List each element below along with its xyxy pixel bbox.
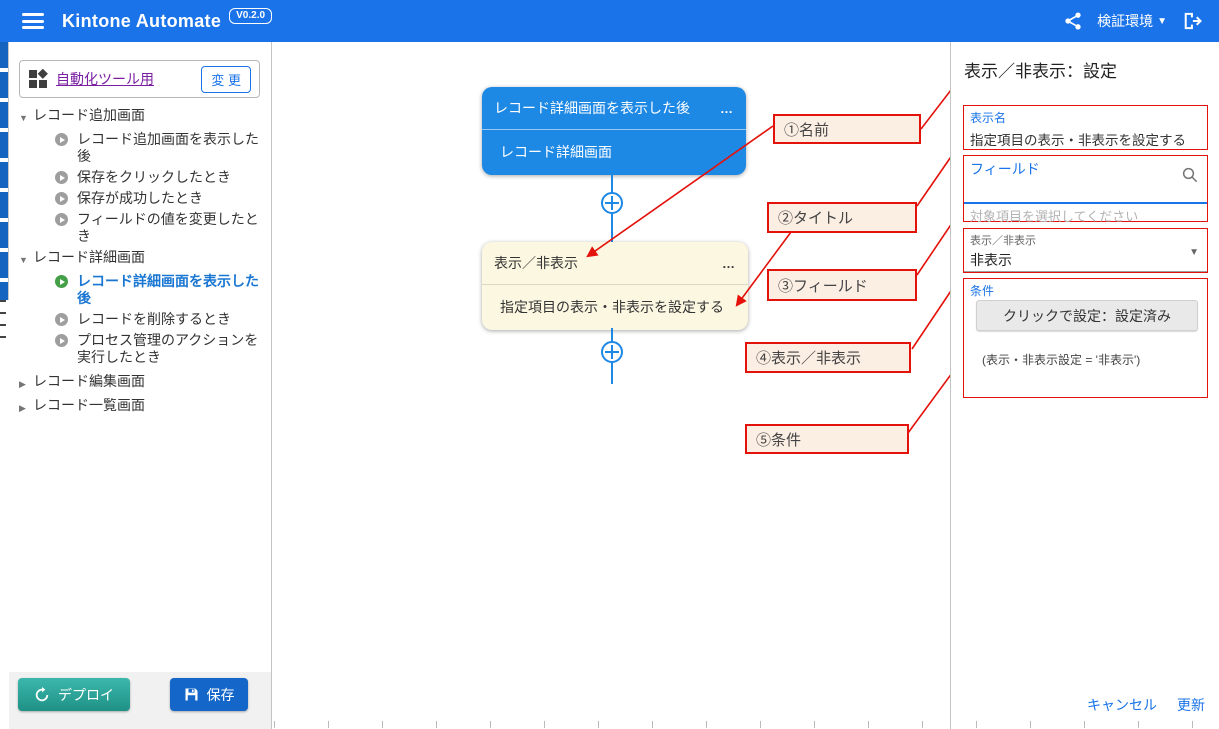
app-header: Kintone Automate V0.2.0 検証環境 ▼	[0, 0, 1219, 42]
chevron-expanded-icon: ▼	[19, 111, 33, 126]
left-tick-marks	[0, 300, 6, 348]
event-tree: ▼ レコード追加画面 レコード追加画面を表示した後 保存をクリックしたとき 保存…	[9, 105, 272, 419]
sidebar: 自動化ツール用 変 更 ▼ レコード追加画面 レコード追加画面を表示した後 保存…	[9, 42, 272, 729]
hamburger-menu-icon[interactable]	[22, 13, 44, 29]
panel-title: 表示／非表示：設定	[964, 57, 1117, 82]
change-app-button[interactable]: 変 更	[201, 66, 251, 93]
event-play-icon-active	[55, 275, 68, 288]
annotation-name: ①名前	[773, 114, 921, 144]
tree-item-selected[interactable]: レコード詳細画面を表示した後	[9, 271, 272, 309]
environment-label: 検証環境	[1097, 11, 1153, 31]
update-link[interactable]: 更新	[1177, 695, 1205, 715]
condition-section: 条件 クリックで設定：設定済み (表示・非表示設定 = '非表示')	[963, 278, 1208, 398]
display-name-section: 表示名 指定項目の表示・非表示を設定する	[963, 105, 1208, 150]
left-scroll-strip[interactable]	[0, 42, 9, 300]
logout-icon[interactable]	[1181, 11, 1203, 31]
chevron-down-icon: ▼	[1157, 16, 1167, 27]
tree-item[interactable]: フィールドの値を変更したとき	[9, 209, 272, 247]
event-play-icon	[55, 334, 68, 347]
cancel-link[interactable]: キャンセル	[1087, 695, 1157, 715]
save-button[interactable]: 保存	[170, 678, 248, 711]
display-name-value[interactable]: 指定項目の表示・非表示を設定する	[970, 129, 1201, 149]
add-step-icon[interactable]	[601, 192, 623, 214]
share-icon[interactable]	[1063, 11, 1083, 31]
flow-node-action[interactable]: 表示／非表示 … 指定項目の表示・非表示を設定する	[482, 242, 748, 330]
visibility-select[interactable]: 表示／非表示 非表示 ▼	[963, 228, 1208, 273]
tree-item[interactable]: 保存が成功したとき	[9, 188, 272, 209]
chevron-collapsed-icon: ▶	[19, 401, 33, 416]
field-search-input[interactable]	[964, 174, 1177, 202]
save-floppy-icon	[184, 687, 199, 702]
bottom-ruler-ticks	[274, 721, 1219, 728]
node-menu-icon[interactable]: …	[722, 256, 736, 271]
condition-setting-button[interactable]: クリックで設定：設定済み	[976, 300, 1198, 331]
annotation-visibility: ④表示／非表示	[745, 342, 911, 373]
app-grid-icon	[28, 69, 48, 89]
tree-group-record-list[interactable]: ▶ レコード一覧画面	[9, 395, 272, 419]
environment-selector[interactable]: 検証環境 ▼	[1097, 11, 1167, 31]
tree-group-record-add[interactable]: ▼ レコード追加画面	[9, 105, 272, 129]
node-subtitle: 指定項目の表示・非表示を設定する	[482, 285, 748, 330]
settings-panel: 表示／非表示：設定 表示名 指定項目の表示・非表示を設定する フィールド 対象項…	[950, 42, 1219, 729]
kintone-automate-app: Kintone Automate V0.2.0 検証環境 ▼ 自動化ツール用 変…	[0, 0, 1219, 729]
app-title: Kintone Automate	[62, 11, 221, 32]
dropdown-caret-icon: ▼	[1189, 247, 1199, 258]
tree-item[interactable]: 保存をクリックしたとき	[9, 167, 272, 188]
flow-node-trigger[interactable]: レコード詳細画面を表示した後 … レコード詳細画面	[482, 87, 746, 175]
panel-actions: キャンセル 更新	[1087, 695, 1205, 715]
annotation-title: ②タイトル	[767, 202, 917, 233]
annotation-field: ③フィールド	[767, 269, 917, 301]
event-play-icon	[55, 133, 68, 146]
tree-item[interactable]: プロセス管理のアクションを実行したとき	[9, 330, 272, 368]
search-icon[interactable]	[1181, 166, 1199, 189]
deploy-refresh-icon	[34, 687, 50, 703]
node-title: レコード詳細画面を表示した後	[494, 98, 690, 118]
chevron-expanded-icon: ▼	[19, 253, 33, 268]
event-play-icon	[55, 171, 68, 184]
field-placeholder: 対象項目を選択してください	[970, 206, 1138, 225]
select-underline	[964, 271, 1207, 272]
deploy-button[interactable]: デプロイ	[18, 678, 130, 711]
node-subtitle: レコード詳細画面	[482, 130, 746, 175]
event-play-icon	[55, 192, 68, 205]
annotation-condition: ⑤条件	[745, 424, 909, 454]
condition-summary: (表示・非表示設定 = '非表示')	[982, 351, 1140, 368]
tree-item[interactable]: レコードを削除するとき	[9, 309, 272, 330]
chevron-collapsed-icon: ▶	[19, 377, 33, 392]
event-play-icon	[55, 313, 68, 326]
sidebar-footer: デプロイ 保存	[9, 672, 271, 729]
event-play-icon	[55, 213, 68, 226]
app-card: 自動化ツール用 変 更	[19, 60, 260, 98]
visibility-label: 表示／非表示	[970, 232, 1201, 248]
display-name-label: 表示名	[970, 109, 1201, 126]
add-step-icon[interactable]	[601, 341, 623, 363]
node-menu-icon[interactable]: …	[720, 101, 734, 116]
node-title: 表示／非表示	[494, 253, 578, 273]
condition-label: 条件	[970, 282, 1201, 299]
visibility-value: 非表示	[970, 250, 1201, 270]
field-section: フィールド 対象項目を選択してください	[963, 155, 1208, 222]
tree-item[interactable]: レコード追加画面を表示した後	[9, 129, 272, 167]
tree-group-record-edit[interactable]: ▶ レコード編集画面	[9, 371, 272, 395]
flow-canvas[interactable]: レコード詳細画面を表示した後 … レコード詳細画面 表示／非表示 … 指定項目の…	[272, 42, 950, 729]
version-badge: V0.2.0	[229, 8, 272, 24]
app-name-link[interactable]: 自動化ツール用	[56, 69, 154, 89]
tree-group-record-detail[interactable]: ▼ レコード詳細画面	[9, 247, 272, 271]
field-input-underline	[964, 202, 1207, 204]
